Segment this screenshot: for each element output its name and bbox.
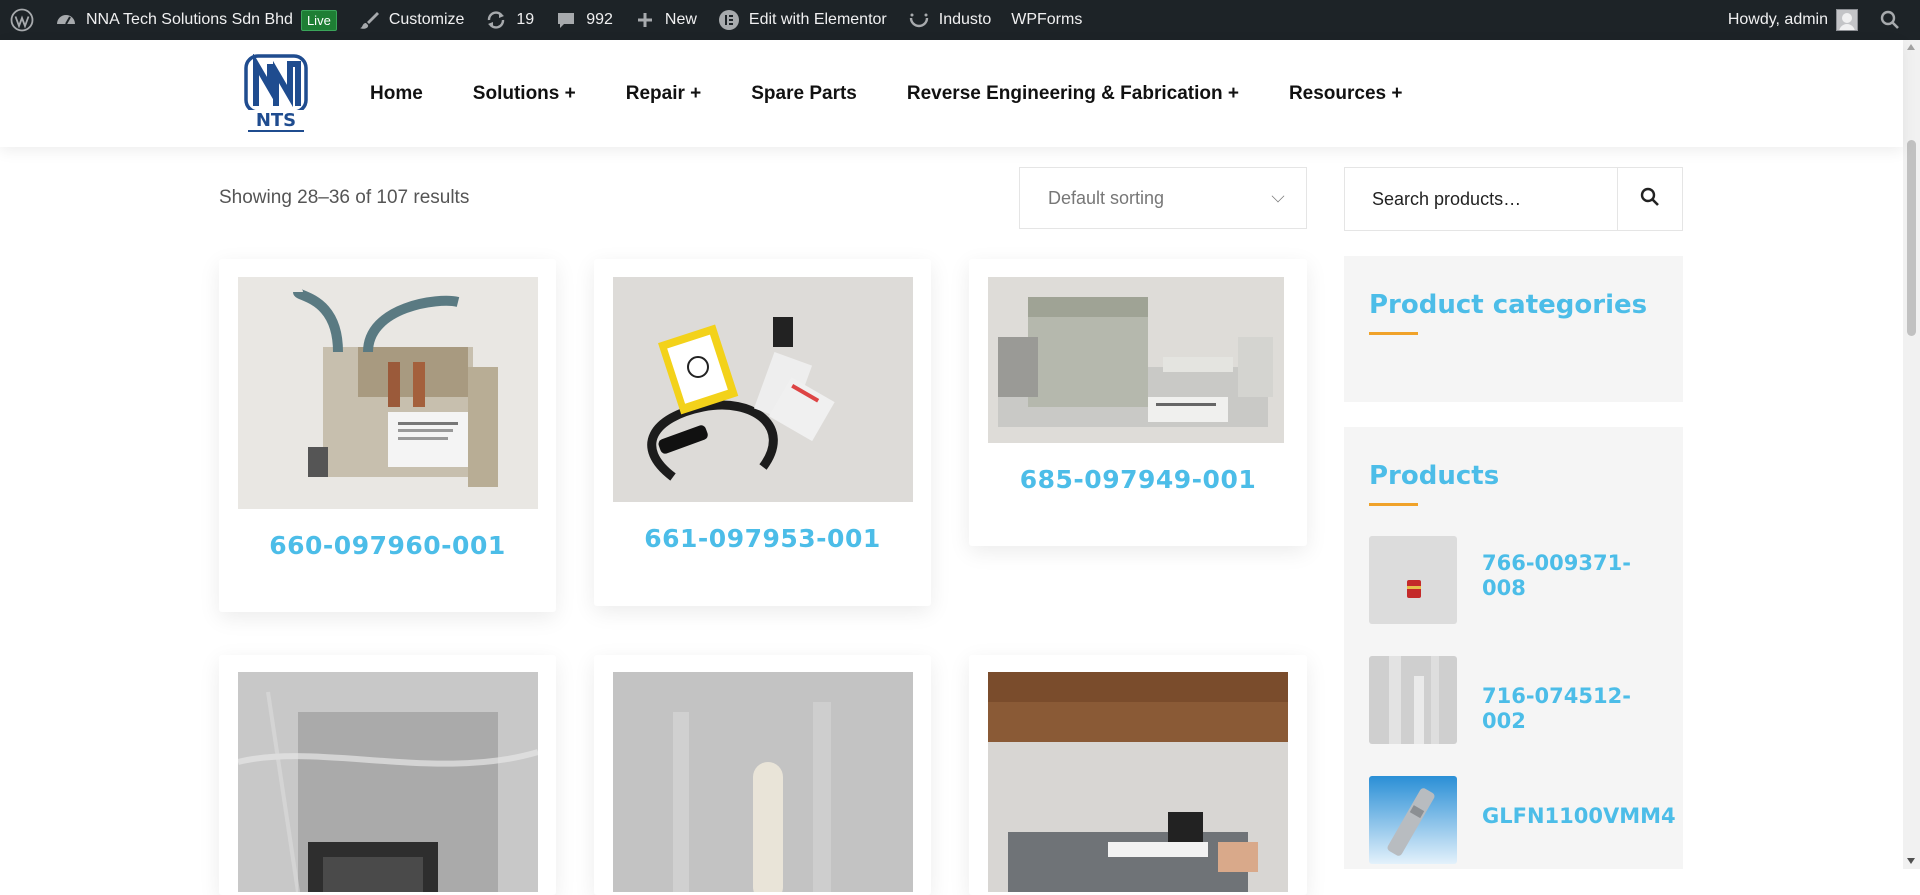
product-image[interactable] [238, 672, 538, 892]
wordpress-icon [10, 8, 34, 32]
comments-link[interactable]: 992 [544, 0, 623, 40]
product-title[interactable]: 685-097949-001 [969, 465, 1307, 494]
nav-reverse-engineering[interactable]: Reverse Engineering & Fabrication + [907, 83, 1239, 105]
brush-icon [357, 8, 381, 32]
product-search-form [1344, 167, 1683, 231]
greeting-label: Howdy, admin [1727, 11, 1828, 28]
new-content-menu[interactable]: New [623, 0, 707, 40]
site-name-menu[interactable]: NNA Tech Solutions Sdn Bhd Live [44, 0, 347, 40]
smile-icon [907, 8, 931, 32]
wpforms-link[interactable]: WPForms [1001, 0, 1092, 40]
refresh-icon [484, 8, 508, 32]
product-image[interactable] [613, 277, 913, 502]
scroll-up-arrow[interactable] [1907, 44, 1915, 50]
edit-with-elementor-link[interactable]: Edit with Elementor [707, 0, 897, 40]
nav-home[interactable]: Home [370, 83, 423, 105]
nav-solutions[interactable]: Solutions + [473, 83, 576, 105]
updates-count: 19 [516, 11, 535, 28]
comment-icon [554, 8, 578, 32]
elementor-icon [717, 8, 741, 32]
shop-content: Showing 28–36 of 107 results Default sor… [0, 147, 1903, 895]
wp-admin-bar: NNA Tech Solutions Sdn Bhd Live Customiz… [0, 0, 1920, 40]
customize-label: Customize [388, 11, 465, 28]
avatar [1836, 9, 1858, 31]
customize-link[interactable]: Customize [347, 0, 475, 40]
nav-repair[interactable]: Repair + [626, 83, 702, 105]
logo-text: NTS [256, 110, 296, 131]
result-count: Showing 28–36 of 107 results [219, 187, 470, 208]
product-thumbnail[interactable] [1369, 776, 1457, 864]
wordpress-logo-button[interactable] [0, 0, 44, 40]
product-thumbnail[interactable] [1369, 656, 1457, 744]
plus-icon [633, 8, 657, 32]
scrollbar-thumb[interactable] [1907, 140, 1916, 336]
widget-product-link[interactable]: GLFN1100VMM4 [1482, 804, 1676, 829]
live-badge: Live [300, 9, 337, 31]
widget-product-link[interactable]: 716-074512-002 [1482, 684, 1662, 734]
widget-title: Product categories [1369, 290, 1648, 320]
new-label: New [664, 11, 697, 28]
dashboard-icon [54, 8, 78, 32]
wpforms-label: WPForms [1011, 11, 1083, 28]
products-widget: Products 766-009371-008 716-074512-002 G… [1344, 427, 1683, 869]
theme-link[interactable]: Industo [897, 0, 1001, 40]
product-card[interactable]: 661-097953-001 [594, 259, 931, 606]
site-header: NTS Home Solutions + Repair + Spare Part… [0, 40, 1903, 147]
site-name: NNA Tech Solutions Sdn Bhd [86, 11, 293, 28]
product-image[interactable] [613, 672, 913, 892]
admin-search-button[interactable] [1868, 0, 1920, 40]
product-categories-widget: Product categories [1344, 256, 1683, 402]
search-icon [1878, 8, 1902, 32]
comments-count: 992 [586, 11, 613, 28]
admin-bar-right: Howdy, admin [1718, 0, 1920, 40]
product-image[interactable] [988, 672, 1288, 892]
main-nav: Home Solutions + Repair + Spare Parts Re… [370, 40, 1453, 147]
updates-link[interactable]: 19 [474, 0, 544, 40]
account-menu[interactable]: Howdy, admin [1718, 0, 1868, 40]
product-title[interactable]: 660-097960-001 [219, 531, 556, 560]
product-image[interactable] [988, 277, 1284, 443]
product-card[interactable]: 685-097949-001 [969, 259, 1307, 546]
widget-title: Products [1369, 461, 1500, 491]
site-logo[interactable]: NTS [244, 52, 308, 134]
scroll-down-arrow[interactable] [1907, 858, 1915, 864]
product-image[interactable] [238, 277, 538, 509]
elementor-label: Edit with Elementor [748, 11, 887, 28]
product-search-input[interactable] [1345, 168, 1617, 230]
sorting-select[interactable]: Default sorting [1019, 167, 1307, 229]
title-underline [1369, 332, 1418, 335]
product-card[interactable]: 660-097960-001 [219, 259, 556, 612]
search-icon [1640, 187, 1660, 212]
product-card[interactable] [969, 655, 1307, 895]
product-thumbnail[interactable] [1369, 536, 1457, 624]
product-card[interactable] [594, 655, 931, 895]
product-title[interactable]: 661-097953-001 [594, 524, 931, 553]
nav-resources[interactable]: Resources + [1289, 83, 1403, 105]
page-scrollbar[interactable] [1903, 40, 1920, 869]
search-button[interactable] [1617, 168, 1682, 230]
chevron-down-icon [1271, 189, 1285, 203]
widget-product-link[interactable]: 766-009371-008 [1482, 551, 1662, 601]
title-underline [1369, 503, 1418, 506]
nav-spare-parts[interactable]: Spare Parts [751, 83, 857, 105]
product-card[interactable] [219, 655, 556, 895]
theme-label: Industo [938, 11, 992, 28]
sorting-value: Default sorting [1048, 187, 1165, 208]
